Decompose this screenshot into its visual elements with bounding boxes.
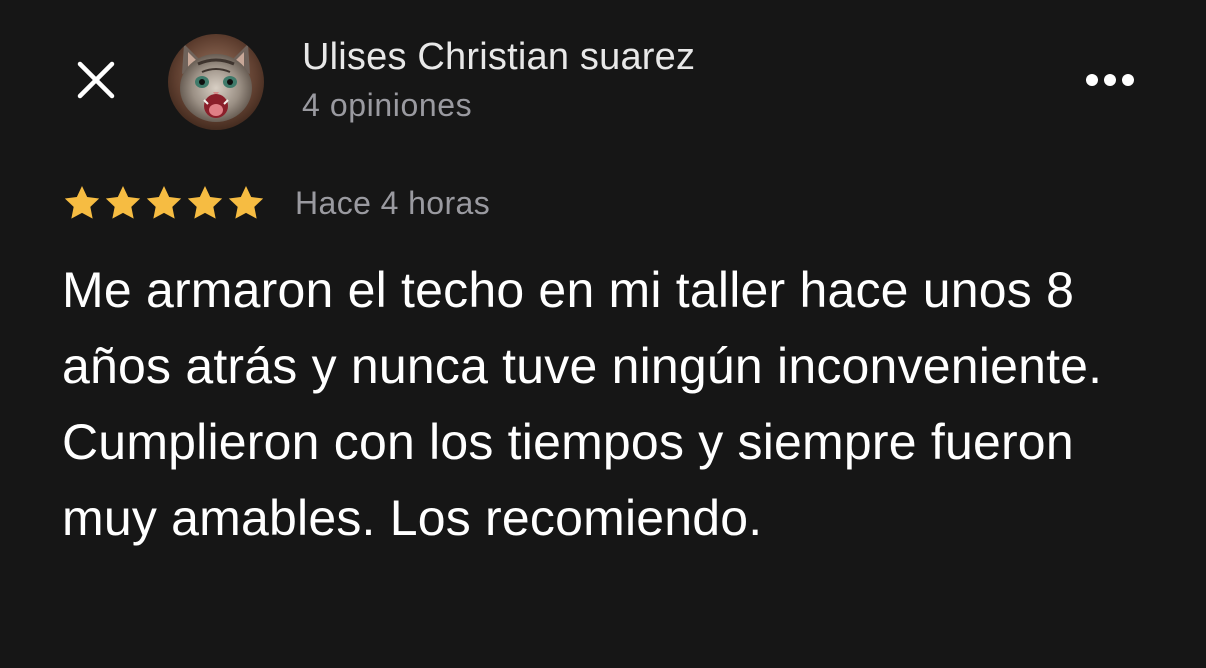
more-horizontal-icon [1086, 74, 1134, 86]
review-header: Ulises Christian suarez 4 opiniones [0, 0, 1206, 160]
star-icon [146, 186, 182, 219]
close-icon [77, 61, 115, 99]
star-rating [62, 183, 267, 223]
star-icon [228, 186, 264, 219]
review-body: Me armaron el techo en mi taller hace un… [62, 262, 1103, 546]
close-button[interactable] [66, 52, 126, 108]
star-icon [187, 186, 223, 219]
kitten-avatar-icon [168, 34, 264, 130]
reviewer-name[interactable]: Ulises Christian suarez [302, 34, 695, 80]
star-icon [64, 186, 100, 219]
rating-row: Hace 4 horas [62, 180, 490, 226]
reviewer-review-count: 4 opiniones [302, 87, 473, 123]
avatar[interactable] [168, 34, 264, 130]
more-options-button[interactable] [1080, 60, 1140, 100]
review-time: Hace 4 horas [295, 184, 491, 221]
star-icon [105, 186, 141, 219]
